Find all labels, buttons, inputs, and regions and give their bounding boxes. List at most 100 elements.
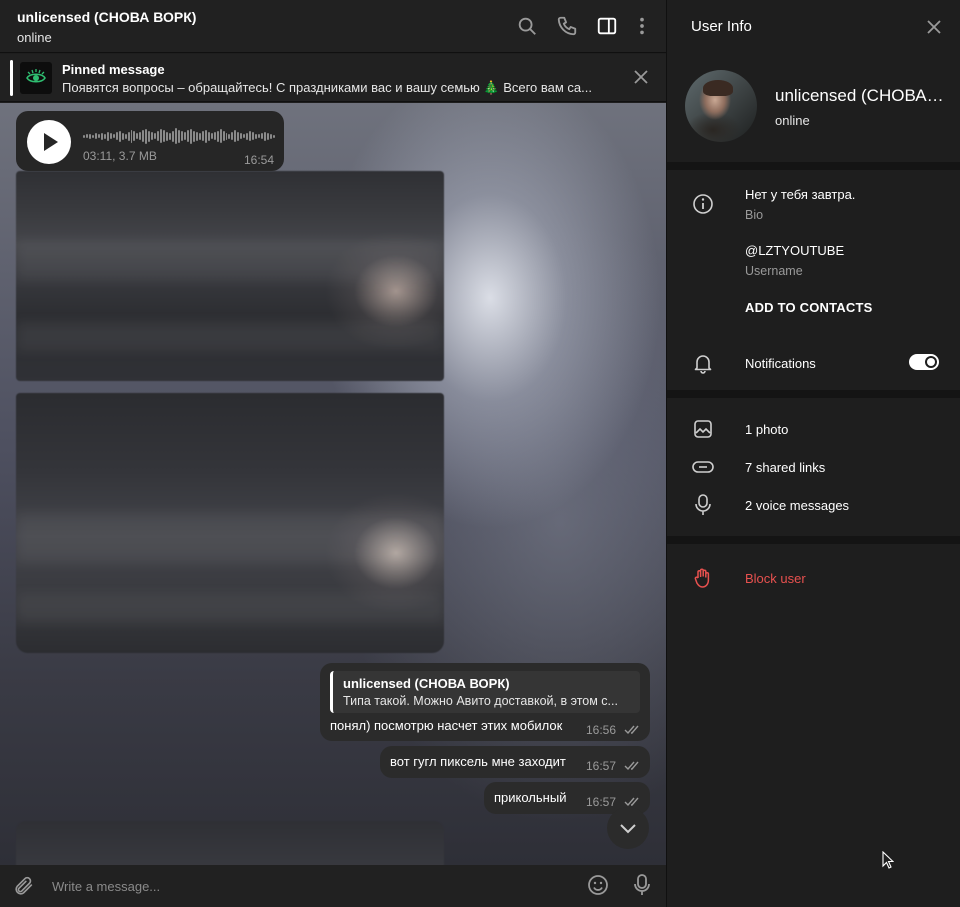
waveform-bar <box>121 132 124 140</box>
username-text[interactable]: @LZTYOUTUBE <box>745 243 844 258</box>
waveform-bar <box>178 129 180 143</box>
waveform-bar <box>172 130 175 142</box>
waveform-bar <box>234 130 237 142</box>
message-time: 16:56 <box>586 723 617 737</box>
info-icon <box>691 192 715 216</box>
waveform-bar <box>112 134 115 138</box>
double-check-icon <box>624 725 639 735</box>
chat-title[interactable]: unlicensed (СНОВА ВОРК) <box>17 9 196 25</box>
mouse-cursor-icon <box>882 851 894 869</box>
voice-waveform[interactable] <box>83 127 275 145</box>
chat-status: online <box>17 30 52 45</box>
emoji-icon[interactable] <box>586 873 610 897</box>
waveform-bar <box>255 133 258 139</box>
bell-icon <box>691 351 715 375</box>
waveform-bar <box>246 132 249 140</box>
waveform-bar <box>97 134 100 138</box>
waveform-bar <box>258 134 261 138</box>
reply-snippet: Типа такой. Можно Авито доставкой, в это… <box>343 694 618 708</box>
waveform-bar <box>207 131 210 141</box>
paperclip-icon[interactable] <box>13 875 35 897</box>
close-icon[interactable] <box>632 68 650 86</box>
phone-icon[interactable] <box>556 15 578 37</box>
waveform-bar <box>160 129 163 143</box>
waveform-bar <box>213 132 216 140</box>
blurred-media[interactable] <box>16 171 444 381</box>
reply-message[interactable]: unlicensed (СНОВА ВОРК) Типа такой. Можн… <box>320 663 650 741</box>
waveform-bar <box>85 134 88 138</box>
waveform-bar <box>130 129 133 143</box>
waveform-bar <box>228 133 231 139</box>
reply-author: unlicensed (СНОВА ВОРК) <box>343 676 510 691</box>
waveform-bar <box>204 129 207 143</box>
chat-header: unlicensed (СНОВА ВОРК) online <box>0 0 666 53</box>
waveform-bar <box>175 128 177 144</box>
message-composer <box>0 865 666 907</box>
play-button[interactable] <box>27 120 71 164</box>
photo-icon <box>691 417 715 441</box>
waveform-bar <box>136 133 139 139</box>
search-icon[interactable] <box>516 15 538 37</box>
scroll-to-bottom-button[interactable] <box>607 807 649 849</box>
blurred-media[interactable] <box>16 821 444 865</box>
waveform-bar <box>267 132 270 140</box>
avatar[interactable] <box>685 70 757 142</box>
more-vertical-icon[interactable] <box>631 15 653 37</box>
profile-name: unlicensed (СНОВА ВОРК) <box>775 86 945 105</box>
notifications-toggle[interactable] <box>909 354 939 370</box>
chevron-down-icon <box>620 824 636 834</box>
waveform-bar <box>142 130 145 142</box>
waveform-bar <box>189 128 192 144</box>
waveform-bar <box>139 132 142 140</box>
waveform-bar <box>148 130 151 142</box>
waveform-bar <box>192 130 195 142</box>
media-links[interactable]: 7 shared links <box>745 460 825 475</box>
waveform-bar <box>231 132 234 140</box>
block-user-button[interactable]: Block user <box>745 571 806 586</box>
sidebar-toggle-icon[interactable] <box>596 15 618 37</box>
pinned-thumbnail <box>20 62 52 94</box>
waveform-bar <box>195 131 198 141</box>
voice-message: 03:11, 3.7 MB 16:54 <box>16 111 284 171</box>
link-icon <box>691 455 715 479</box>
waveform-bar <box>216 130 219 142</box>
waveform-bar <box>240 133 243 139</box>
media-voice[interactable]: 2 voice messages <box>745 498 849 513</box>
waveform-bar <box>243 134 246 138</box>
voice-meta: 03:11, 3.7 MB <box>83 149 157 163</box>
pinned-message-bar[interactable]: Pinned message Появятся вопросы – обраща… <box>0 54 666 102</box>
close-icon[interactable] <box>925 18 943 36</box>
waveform-bar <box>270 133 272 139</box>
waveform-bar <box>127 131 130 141</box>
message-text: вот гугл пиксель мне заходит <box>390 754 566 769</box>
reply-quote[interactable]: unlicensed (СНОВА ВОРК) Типа такой. Можн… <box>330 671 640 713</box>
waveform-bar <box>145 128 148 144</box>
panel-title: User Info <box>691 18 752 35</box>
waveform-bar <box>163 130 166 142</box>
waveform-bar <box>133 131 136 141</box>
waveform-bar <box>94 133 97 139</box>
waveform-bar <box>103 133 106 139</box>
section-divider <box>667 162 960 170</box>
mic-icon <box>691 493 715 517</box>
outgoing-message[interactable]: вот гугл пиксель мне заходит 16:57 <box>380 746 650 778</box>
waveform-bar <box>151 132 154 140</box>
message-list[interactable]: 03:11, 3.7 MB 16:54 unlicensed (СНОВА ВО… <box>0 103 666 865</box>
microphone-icon[interactable] <box>632 873 652 897</box>
waveform-bar <box>124 133 127 139</box>
waveform-bar <box>237 131 240 141</box>
waveform-bar <box>201 131 204 141</box>
waveform-bar <box>180 131 183 141</box>
waveform-bar <box>225 132 228 140</box>
blurred-media[interactable] <box>16 393 444 653</box>
add-to-contacts-button[interactable]: ADD TO CONTACTS <box>745 300 872 315</box>
message-input[interactable] <box>52 876 552 896</box>
media-photos[interactable]: 1 photo <box>745 422 788 437</box>
message-time: 16:54 <box>244 153 275 167</box>
waveform-bar <box>88 133 91 139</box>
pinned-text: Появятся вопросы – обращайтесь! С праздн… <box>62 80 592 95</box>
bio-text: Нет у тебя завтра. <box>745 187 856 202</box>
eye-logo-icon <box>26 69 46 83</box>
hand-stop-icon <box>691 566 715 590</box>
waveform-bar <box>198 132 201 140</box>
